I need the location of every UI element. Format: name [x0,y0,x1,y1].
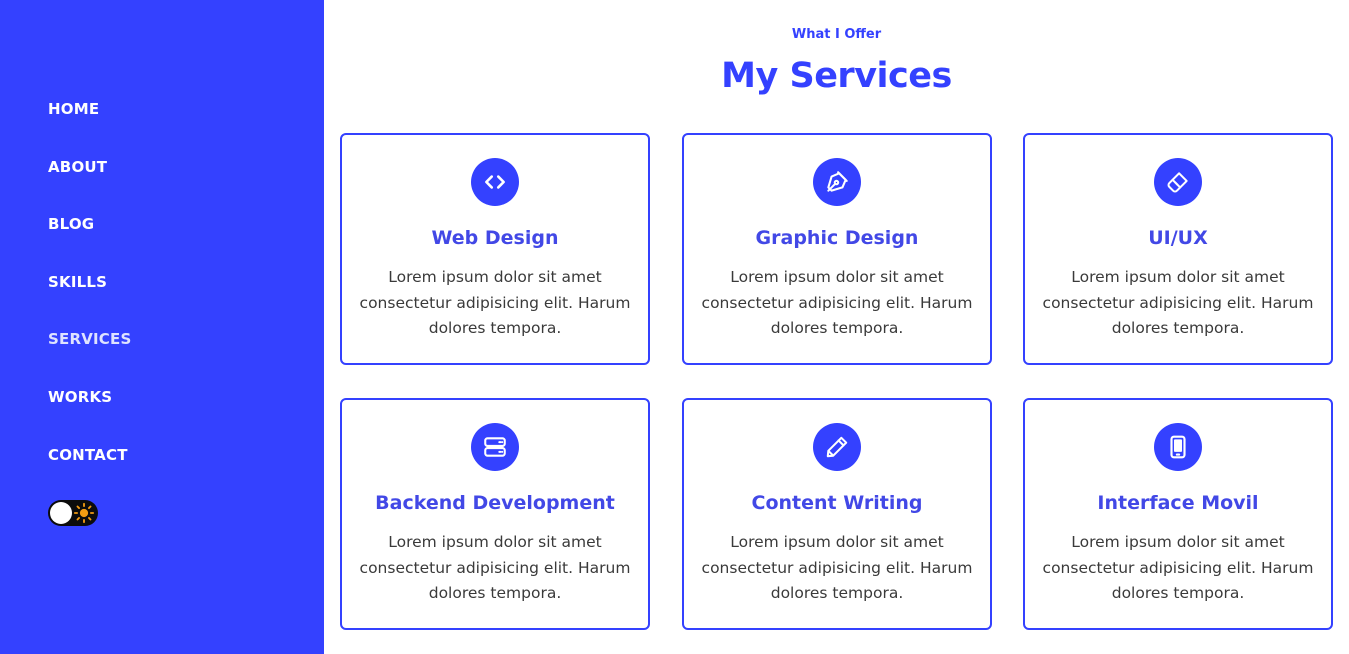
service-card-graphic-design: Graphic Design Lorem ipsum dolor sit ame… [682,133,992,365]
service-title: Interface Movil [1097,492,1259,514]
service-description: Lorem ipsum dolor sit amet consectetur a… [1042,268,1314,337]
toggle-knob [50,502,72,524]
service-description: Lorem ipsum dolor sit amet consectetur a… [701,533,973,602]
paint-brush-icon [1154,158,1202,206]
theme-toggle[interactable] [48,500,98,526]
section-eyebrow: What I Offer [791,27,882,42]
service-card-ui-ux: UI/UX Lorem ipsum dolor sit amet consect… [1023,133,1333,365]
code-icon [471,158,519,206]
pencil-icon [813,423,861,471]
sidebar-nav: HOME ABOUT BLOG SKILLS SERVICES WORKS CO… [48,98,131,501]
server-icon [471,423,519,471]
nav-item-services[interactable]: SERVICES [48,328,131,350]
sidebar: HOME ABOUT BLOG SKILLS SERVICES WORKS CO… [0,0,324,654]
service-title: Content Writing [751,492,923,514]
nav-item-contact[interactable]: CONTACT [48,444,131,466]
nav-item-skills[interactable]: SKILLS [48,271,131,293]
sun-icon [73,502,95,524]
service-card-backend-development: Backend Development Lorem ipsum dolor si… [340,398,650,630]
nav-item-home[interactable]: HOME [48,98,131,120]
service-card-interface-movil: Interface Movil Lorem ipsum dolor sit am… [1023,398,1333,630]
service-card-web-design: Web Design Lorem ipsum dolor sit amet co… [340,133,650,365]
nav-item-blog[interactable]: BLOG [48,213,131,235]
nav-item-works[interactable]: WORKS [48,386,131,408]
service-card-content-writing: Content Writing Lorem ipsum dolor sit am… [682,398,992,630]
nav-item-about[interactable]: ABOUT [48,156,131,178]
service-description: Lorem ipsum dolor sit amet consectetur a… [359,268,631,337]
service-description: Lorem ipsum dolor sit amet consectetur a… [359,533,631,602]
service-title: Web Design [431,227,559,249]
service-description: Lorem ipsum dolor sit amet consectetur a… [701,268,973,337]
service-title: Backend Development [375,492,615,514]
section-title: My Services [721,56,952,96]
service-title: UI/UX [1148,227,1208,249]
mobile-icon [1154,423,1202,471]
services-section: What I Offer My Services Web Design Lore… [324,0,1349,654]
service-title: Graphic Design [755,227,919,249]
service-description: Lorem ipsum dolor sit amet consectetur a… [1042,533,1314,602]
pen-nib-icon [813,158,861,206]
